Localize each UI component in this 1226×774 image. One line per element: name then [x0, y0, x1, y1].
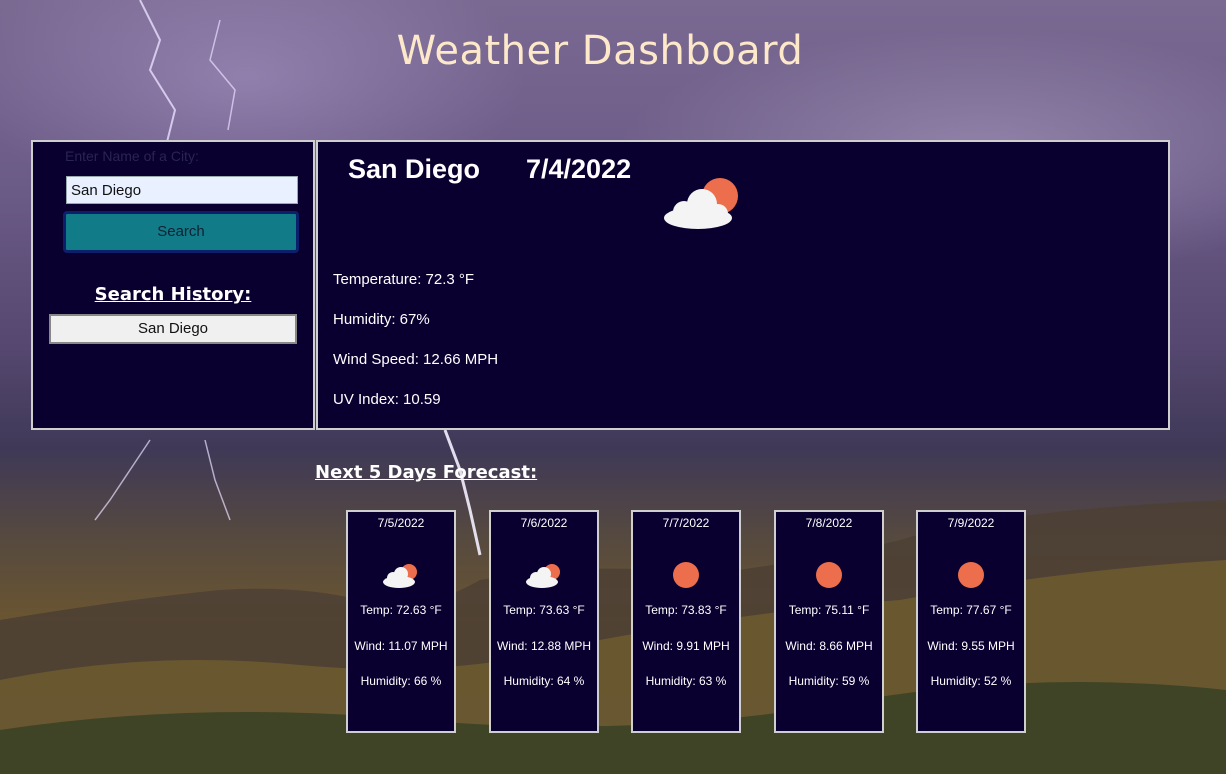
forecast-humidity: Humidity: 63 %: [645, 674, 727, 688]
sun-icon: [816, 562, 842, 588]
forecast-card: 7/7/2022 Temp: 73.83 °F Wind: 9.91 MPH H…: [631, 510, 741, 733]
forecast-card: 7/9/2022 Temp: 77.67 °F Wind: 9.55 MPH H…: [916, 510, 1026, 733]
forecast-wind: Wind: 11.07 MPH: [354, 639, 448, 653]
forecast-card: 7/6/2022 Temp: 73.63 °F Wind: 12.88 MPH …: [489, 510, 599, 733]
forecast-card: 7/8/2022 Temp: 75.11 °F Wind: 8.66 MPH H…: [774, 510, 884, 733]
search-history-title: Search History:: [94, 284, 252, 305]
forecast-humidity: Humidity: 52 %: [930, 674, 1012, 688]
forecast-temp: Temp: 75.11 °F: [788, 603, 870, 617]
partly-cloudy-icon: [383, 564, 417, 588]
sun-icon: [673, 562, 699, 588]
forecast-date: 7/9/2022: [947, 516, 995, 530]
forecast-wind: Wind: 12.88 MPH: [496, 639, 592, 653]
current-humidity: Humidity: 67%: [333, 311, 430, 328]
sun-icon: [958, 562, 984, 588]
forecast-date: 7/6/2022: [520, 516, 568, 530]
forecast-humidity: Humidity: 64 %: [503, 674, 585, 688]
forecast-card: 7/5/2022 Temp: 72.63 °F Wind: 11.07 MPH …: [346, 510, 456, 733]
current-wind-speed: Wind Speed: 12.66 MPH: [333, 351, 499, 368]
forecast-date: 7/5/2022: [377, 516, 425, 530]
current-city-name: San Diego: [348, 154, 481, 184]
current-temperature: Temperature: 72.3 °F: [333, 271, 475, 288]
forecast-temp: Temp: 72.63 °F: [360, 603, 442, 617]
forecast-title: Next 5 Days Forecast:: [315, 462, 538, 483]
current-uv-index: UV Index: 10.59: [333, 391, 441, 408]
partly-cloudy-icon: [664, 178, 738, 229]
page-title: Weather Dashboard: [396, 28, 804, 74]
search-button[interactable]: Search: [63, 211, 299, 253]
search-panel: Enter Name of a City: Search Search Hist…: [31, 140, 315, 430]
forecast-temp: Temp: 77.67 °F: [930, 603, 1012, 617]
forecast-date: 7/7/2022: [662, 516, 710, 530]
forecast-wind: Wind: 9.91 MPH: [642, 639, 730, 653]
forecast-humidity: Humidity: 66 %: [360, 674, 442, 688]
city-input-label: Enter Name of a City:: [65, 148, 199, 164]
forecast-humidity: Humidity: 59 %: [788, 674, 870, 688]
forecast-temp: Temp: 73.63 °F: [503, 603, 585, 617]
city-search-input[interactable]: [66, 176, 298, 204]
forecast-date: 7/8/2022: [805, 516, 853, 530]
partly-cloudy-icon: [526, 564, 560, 588]
forecast-wind: Wind: 8.66 MPH: [785, 639, 873, 653]
current-weather-panel: San Diego 7/4/2022 Temperature: 72.3 °F …: [316, 140, 1170, 430]
history-item-san-diego[interactable]: San Diego: [49, 314, 297, 344]
forecast-wind: Wind: 9.55 MPH: [927, 639, 1015, 653]
current-date: 7/4/2022: [526, 154, 632, 184]
forecast-temp: Temp: 73.83 °F: [645, 603, 727, 617]
